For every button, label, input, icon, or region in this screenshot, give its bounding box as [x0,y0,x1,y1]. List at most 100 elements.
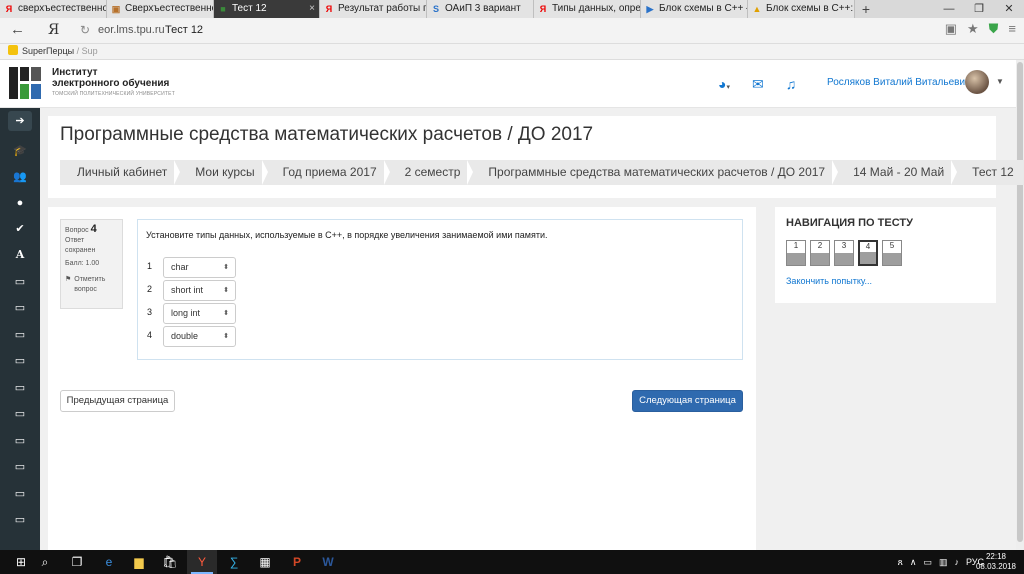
messages-envelope-icon[interactable]: ✉ [752,76,764,93]
page-header: Программные средства математических расч… [48,116,1024,198]
folder-icon[interactable]: ▭ [8,484,32,504]
folder-icon[interactable]: ▭ [8,272,32,292]
circle-icon[interactable]: ● [8,193,32,213]
graduation-cap-icon[interactable]: 🎓 [8,141,32,161]
answered-indicator [883,253,901,265]
store-icon[interactable]: 🛍 [155,550,185,574]
font-icon[interactable]: A [8,245,32,265]
edge-browser-icon[interactable]: e [94,550,124,574]
browser-tab[interactable]: S ОАиП 3 вариант [427,0,534,18]
quiz-page-button[interactable]: 3 [834,240,854,266]
nav-drawer: ➔ 🎓 👥 ● ✔ A ▭ ▭ ▭ ▭ ▭ ▭ ▭ ▭ ▭ ▭ [0,108,40,550]
browser-tab[interactable]: ■ Тест 12 × [214,0,320,18]
breadcrumb-item[interactable]: Тест 12 [956,160,1024,185]
bookmark-star-icon[interactable]: ★ [967,21,979,37]
next-page-button[interactable]: Следующая страница [632,390,743,412]
quiz-page-button[interactable]: 2 [810,240,830,266]
close-window-icon[interactable]: ✕ [994,0,1024,18]
folder-icon[interactable]: ▭ [8,404,32,424]
yandex-logo-icon[interactable]: Я [48,22,59,38]
page-scrollbar[interactable] [1016,60,1024,550]
breadcrumb-item[interactable]: Год приема 2017 [267,160,390,185]
taskbar-clock[interactable]: 22:18 08.03.2018 [976,552,1016,572]
answer-select-value: short int [171,285,204,295]
person-icon[interactable]: ጸ [898,557,903,568]
browser-tab[interactable]: Я Результат работы про [320,0,427,18]
task-view-icon[interactable]: ❐ [62,550,92,574]
restore-icon[interactable]: ❐ [964,0,994,18]
breadcrumb-item[interactable]: 2 семестр [389,160,474,185]
battery-icon[interactable]: ▭ [923,557,932,568]
answer-select[interactable]: double ⬍ [163,326,236,347]
file-explorer-icon[interactable]: ▆ [124,550,154,574]
flag-question-button[interactable]: ⚑ Отметить вопрос [65,275,118,295]
address-url[interactable]: eor.lms.tpu.ru [98,24,165,36]
browser-tab[interactable]: Я Типы данных, опреде [534,0,641,18]
language-globe-icon[interactable]: ◕▾ [718,76,730,93]
browser-tab[interactable]: ▶ Блок схемы в С++ — [641,0,748,18]
tab-close-icon[interactable]: × [309,0,315,18]
new-tab-button[interactable]: + [855,0,877,18]
app-icon[interactable]: ▦ [250,550,280,574]
folder-icon[interactable]: ▭ [8,510,32,530]
quiz-page-button[interactable]: 1 [786,240,806,266]
word-icon[interactable]: W [313,550,343,574]
answer-select[interactable]: long int ⬍ [163,303,236,324]
quiz-page-buttons: 1 2 3 4 5 [786,240,902,266]
check-circle-icon[interactable]: ✔ [8,219,32,239]
address-bar: ← Я ↻ eor.lms.tpu.ru Тест 12 ▣ ★ ⛊ ≡ [0,18,1024,44]
answer-number: 4 [147,330,153,340]
network-icon[interactable]: ▥ [939,557,948,568]
breadcrumb-item[interactable]: Личный кабинет [60,160,181,185]
institute-logo-icon[interactable] [9,67,41,99]
finish-attempt-link[interactable]: Закончить попытку... [786,276,872,286]
powerpoint-icon[interactable]: P [282,550,312,574]
folder-icon[interactable]: ▭ [8,351,32,371]
tab-label: сверхъестественное с [18,3,107,14]
select-arrows-icon: ⬍ [223,310,229,317]
search-icon[interactable]: ⌕ [30,550,60,574]
select-arrows-icon: ⬍ [223,264,229,271]
user-menu-caret-icon[interactable]: ▼ [996,77,1004,86]
bookmark-superpertsy[interactable]: SuperПерцы [22,46,74,56]
answer-select[interactable]: short int ⬍ [163,280,236,301]
breadcrumb-item[interactable]: Программные средства математических расч… [472,160,838,185]
breadcrumb-item[interactable]: 14 Май - 20 Май [837,160,958,185]
user-name[interactable]: Росляков Виталий Витальевич [827,77,970,88]
reader-mode-icon[interactable]: ▣ [945,21,957,37]
visual-studio-icon[interactable]: ∑ [219,550,249,574]
menu-icon[interactable]: ≡ [1008,21,1016,37]
drawer-toggle-icon[interactable]: ➔ [8,111,32,131]
scrollbar-thumb[interactable] [1017,62,1023,542]
tray-expand-icon[interactable]: ∧ [910,557,917,568]
bookmarks-bar: SuperПерцы / Sup [0,44,1024,60]
breadcrumb-item[interactable]: Мои курсы [179,160,269,185]
notifications-bell-icon[interactable]: ♫ [786,76,797,93]
answer-select[interactable]: char ⬍ [163,257,236,278]
folder-icon[interactable]: ▭ [8,378,32,398]
question-text: Установите типы данных, используемые в С… [146,230,548,240]
protect-shield-icon[interactable]: ⛊ [989,21,999,37]
quiz-page-button[interactable]: 5 [882,240,902,266]
yandex-browser-icon[interactable]: Y [187,550,217,574]
quiz-page-number: 3 [841,241,847,250]
browser-tab[interactable]: ▣ Сверхъестественное [107,0,214,18]
minimize-icon[interactable]: — [934,0,964,18]
folder-icon[interactable]: ▭ [8,457,32,477]
folder-icon[interactable]: ▭ [8,431,32,451]
volume-icon[interactable]: ♪ [954,557,959,567]
previous-page-button[interactable]: Предыдущая страница [60,390,175,412]
browser-tab[interactable]: ▲ Блок схемы в С++: 14 [748,0,855,18]
quiz-page-button[interactable]: 4 [858,240,878,266]
back-arrow-icon[interactable]: ← [10,21,25,38]
site-header: Институт электронного обучения ТОМСКИЙ ПО… [0,60,1016,108]
reload-icon[interactable]: ↻ [80,23,90,37]
users-icon[interactable]: 👥 [8,167,32,187]
quiz-page-number: 1 [793,241,799,250]
folder-icon[interactable]: ▭ [8,325,32,345]
tab-favicon-icon: Я [539,4,547,14]
browser-tab[interactable]: Ясверхъестественное с [0,0,107,18]
avatar[interactable] [965,70,989,94]
quiz-page-number: 2 [817,241,823,250]
folder-icon[interactable]: ▭ [8,298,32,318]
